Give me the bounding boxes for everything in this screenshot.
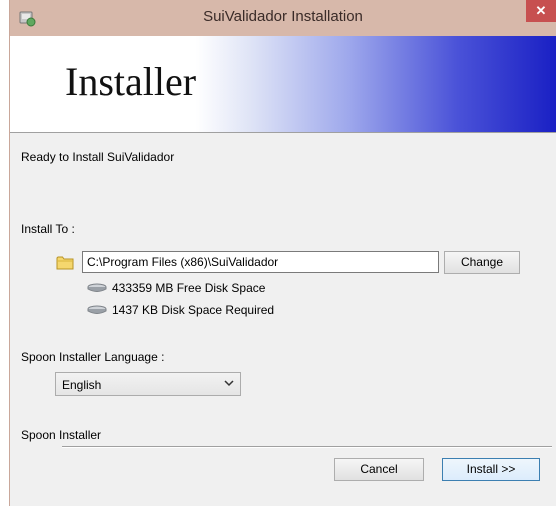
install-path-input[interactable] xyxy=(82,251,439,273)
title-bar[interactable]: SuiValidador Installation ✕ xyxy=(10,0,556,36)
language-label: Spoon Installer Language : xyxy=(21,350,165,364)
chevron-down-icon xyxy=(224,380,234,387)
status-text: Ready to Install SuiValidador xyxy=(21,150,175,164)
free-space-text: 433359 MB Free Disk Space xyxy=(112,281,266,295)
change-button[interactable]: Change xyxy=(444,251,520,274)
footer-brand: Spoon Installer xyxy=(21,428,102,442)
install-to-label: Install To : xyxy=(21,222,75,236)
hard-disk-icon xyxy=(87,283,107,292)
close-icon: ✕ xyxy=(535,3,547,18)
install-button[interactable]: Install >> xyxy=(442,458,540,481)
installer-window: SuiValidador Installation ✕ Installer Re… xyxy=(9,0,556,506)
required-space-text: 1437 KB Disk Space Required xyxy=(112,303,275,317)
hard-disk-icon xyxy=(87,305,107,314)
language-selected-value: English xyxy=(62,378,102,392)
installer-banner: Installer xyxy=(10,36,556,133)
cancel-button[interactable]: Cancel xyxy=(334,458,424,481)
language-select[interactable]: English xyxy=(55,372,241,396)
footer-divider xyxy=(62,446,552,448)
close-button[interactable]: ✕ xyxy=(526,0,556,22)
banner-title: Installer xyxy=(65,59,197,104)
window-title: SuiValidador Installation xyxy=(203,8,363,25)
folder-icon xyxy=(56,256,74,270)
